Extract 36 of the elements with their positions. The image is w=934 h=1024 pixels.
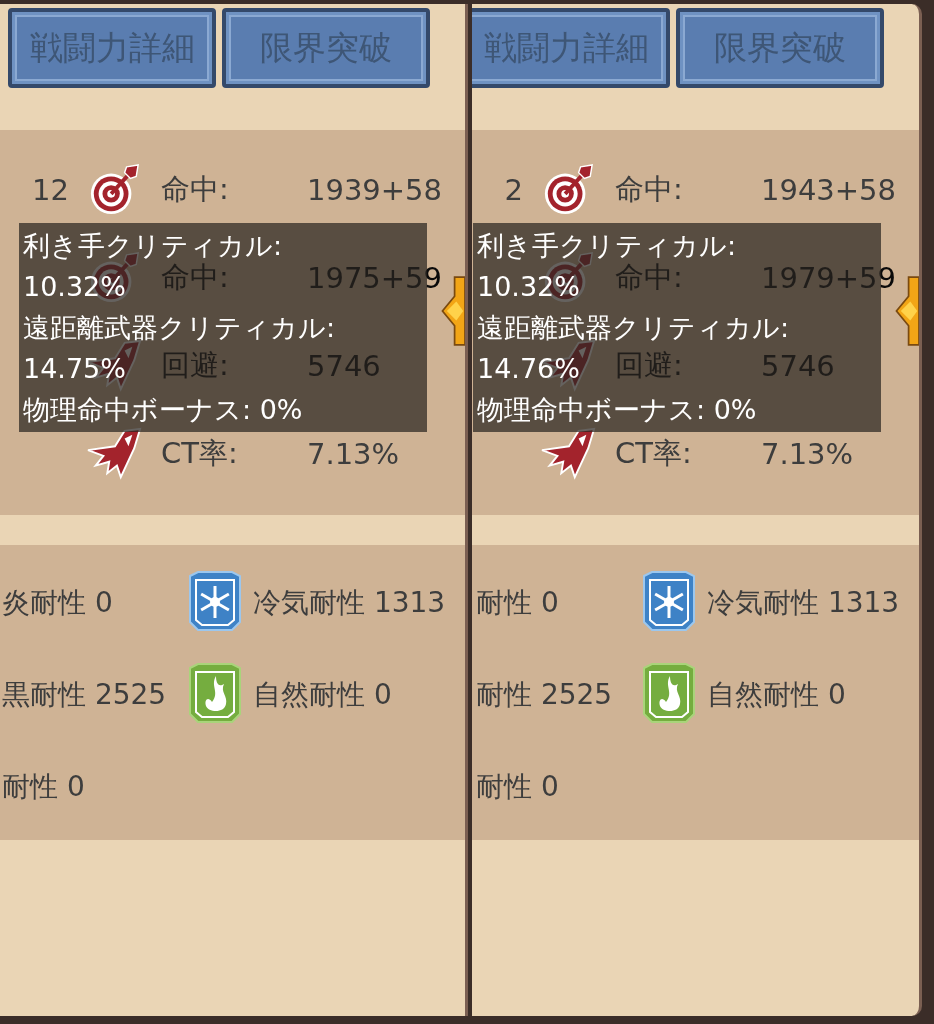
stat-value: 5746 xyxy=(307,349,382,383)
tab-button[interactable]: 限界突破 xyxy=(676,8,884,88)
tab-button[interactable]: 戦闘力詳細 xyxy=(8,8,216,88)
stat-label: 命中: xyxy=(160,171,230,208)
tab-button[interactable]: 戦闘力詳細 xyxy=(472,8,670,88)
stat-label: 回避: xyxy=(614,347,684,384)
resistance-text: 耐性 0 xyxy=(475,585,560,621)
stat-label: CT率: xyxy=(614,435,693,472)
tooltip-text: 遠距離武器クリティカル: xyxy=(477,311,790,345)
resistance-text: 耐性 0 xyxy=(1,769,86,805)
tooltip-text: 14.75% xyxy=(23,352,126,386)
tab-button[interactable]: 限界突破 xyxy=(222,8,430,88)
stat-label: 命中: xyxy=(614,171,684,208)
tooltip-text: 遠距離武器クリティカル: xyxy=(23,311,336,345)
stat-value: 12 xyxy=(31,173,70,207)
stat-value: 5746 xyxy=(761,349,836,383)
tooltip-text: 物理命中ボーナス: 0% xyxy=(477,393,757,427)
resistance-text: 自然耐性 0 xyxy=(252,677,393,713)
stat-value: 1943+58 xyxy=(761,173,897,207)
resistance-text: 炎耐性 0 xyxy=(1,585,114,621)
tooltip-text: 10.32% xyxy=(477,270,580,304)
resistance-text: 耐性 2525 xyxy=(475,677,614,713)
tooltip-text: 14.76% xyxy=(477,352,580,386)
stat-value: 1939+58 xyxy=(307,173,443,207)
resistance-text: 黒耐性 2525 xyxy=(1,677,168,713)
tooltip-text: 物理命中ボーナス: 0% xyxy=(23,393,303,427)
stat-label: CT率: xyxy=(160,435,239,472)
stat-label: 回避: xyxy=(160,347,230,384)
stat-value: 2 xyxy=(503,173,524,207)
stat-value: 7.13% xyxy=(761,437,855,471)
stat-value: 7.13% xyxy=(307,437,401,471)
resistance-text: 冷気耐性 1313 xyxy=(706,585,901,621)
resistance-text: 冷気耐性 1313 xyxy=(252,585,447,621)
resistance-text: 自然耐性 0 xyxy=(706,677,847,713)
resistance-text: 耐性 0 xyxy=(475,769,560,805)
tooltip-text: 10.32% xyxy=(23,270,126,304)
